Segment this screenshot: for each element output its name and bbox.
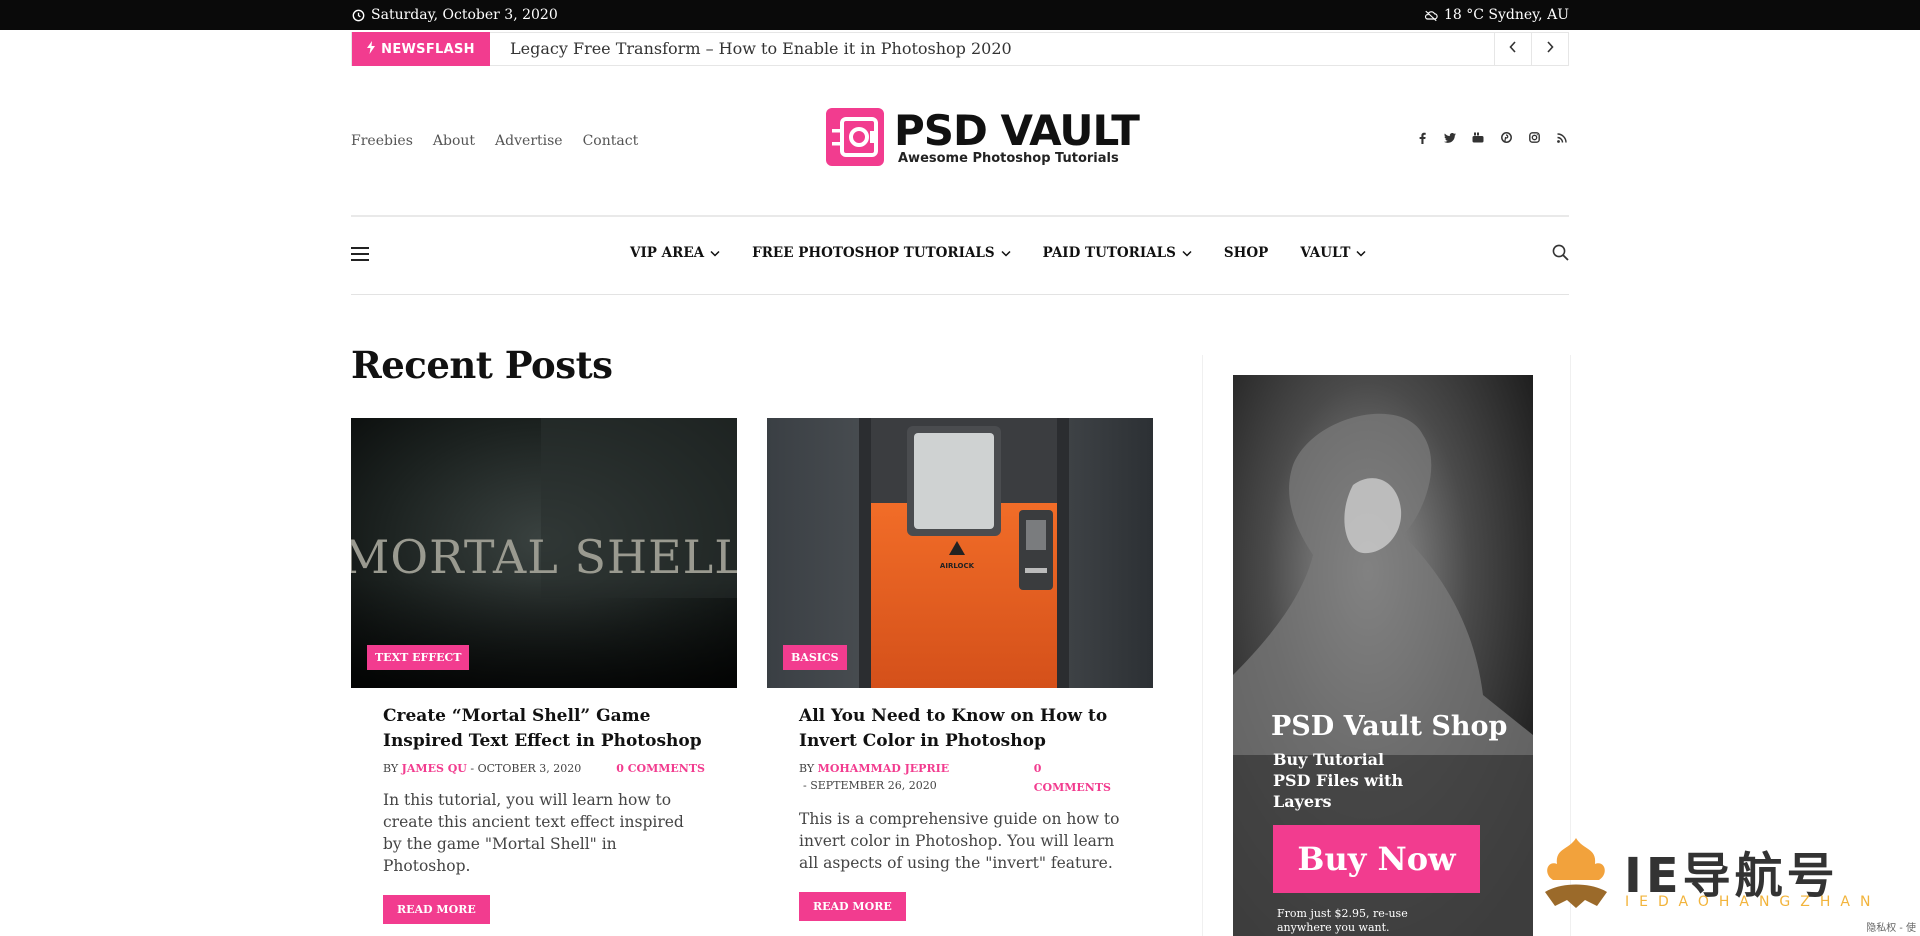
rss-icon[interactable] (1555, 132, 1569, 147)
comments-count: 0 (1033, 762, 1042, 775)
ad-footnote-line: From just $2.95, re-use (1277, 907, 1408, 920)
header-link-freebies[interactable]: Freebies (351, 133, 413, 149)
newsflash-label: NEWSFLASH (381, 41, 475, 57)
nav-item-shop[interactable]: SHOP (1224, 245, 1268, 261)
newsflash-badge: NEWSFLASH (352, 32, 490, 66)
meta-by: BY (799, 762, 815, 775)
logo-tagline: Awesome Photoshop Tutorials (898, 150, 1119, 166)
ad-subtitle-line: PSD Files with (1273, 771, 1404, 790)
main-navigation: VIP AREA FREE PHOTOSHOP TUTORIALS PAID T… (630, 245, 1366, 261)
post-thumbnail[interactable]: AIRLOCK BASICS (767, 418, 1153, 688)
lightning-icon (367, 40, 376, 58)
clock-icon (351, 8, 365, 22)
search-icon[interactable] (1552, 244, 1569, 265)
social-links (1415, 132, 1569, 147)
category-badge[interactable]: BASICS (783, 645, 847, 670)
watermark-logo-icon (1537, 834, 1615, 918)
post-thumbnail[interactable]: MORTAL SHELL TEXT EFFECT (351, 418, 737, 688)
recaptcha-badge[interactable]: 隐私权 - 使 (1866, 919, 1916, 934)
hamburger-menu-icon[interactable] (351, 247, 369, 261)
nav-item-vip-area[interactable]: VIP AREA (630, 245, 720, 261)
header-link-about[interactable]: About (433, 133, 475, 149)
date-display: Saturday, October 3, 2020 (351, 7, 558, 23)
chevron-left-icon (1509, 41, 1517, 57)
post-excerpt: This is a comprehensive guide on how to … (799, 810, 1120, 872)
post-title[interactable]: Create “Mortal Shell” Game Inspired Text… (383, 704, 705, 754)
weather-widget: 18 °C Sydney, AU (1424, 7, 1569, 23)
nav-item-free-photoshop-tutorials[interactable]: FREE PHOTOSHOP TUTORIALS (752, 245, 1011, 261)
youtube-icon[interactable] (1471, 132, 1485, 147)
post-meta: BY JAMES QU - OCTOBER 3, 2020 0 COMMENTS (383, 762, 705, 775)
header-links: Freebies About Advertise Contact (351, 133, 638, 149)
post-title[interactable]: All You Need to Know on How to Invert Co… (799, 704, 1121, 754)
date-text: Saturday, October 3, 2020 (371, 7, 558, 23)
nav-label: VAULT (1300, 245, 1351, 261)
post-author[interactable]: MOHAMMAD JEPRIE (818, 762, 949, 775)
shop-ad-banner[interactable]: PSD Vault Shop Buy Tutorial PSD Files wi… (1233, 375, 1533, 936)
site-logo[interactable]: PSD VAULT Awesome Photoshop Tutorials (826, 105, 1140, 166)
ad-subtitle-line: Layers (1273, 792, 1332, 811)
buy-now-button[interactable]: Buy Now (1273, 825, 1480, 893)
nav-label: SHOP (1223, 245, 1269, 261)
ticker-prev-button[interactable] (1494, 32, 1531, 66)
cloud-icon (1424, 8, 1438, 22)
post-date: - OCTOBER 3, 2020 (470, 762, 582, 775)
nav-label: VIP AREA (630, 245, 705, 261)
header-divider (351, 215, 1569, 217)
ad-footnote-line: anywhere you want. (1277, 921, 1390, 934)
nav-label: FREE PHOTOSHOP TUTORIALS (752, 245, 995, 261)
post-card: MORTAL SHELL TEXT EFFECT Create “Mortal … (351, 418, 737, 924)
thumbnail-text: MORTAL SHELL (351, 530, 737, 584)
section-heading: Recent Posts (351, 343, 613, 387)
facebook-icon[interactable] (1415, 132, 1429, 147)
thumbnail-text: AIRLOCK (940, 562, 975, 570)
chevron-down-icon (1182, 245, 1192, 261)
twitter-icon[interactable] (1443, 132, 1457, 147)
post-comments[interactable]: 0 COMMENTS (1034, 762, 1111, 794)
post-comments[interactable]: 0 COMMENTS (616, 762, 705, 775)
newsflash-ticker: NEWSFLASH Legacy Free Transform – How to… (351, 32, 1569, 66)
post-date: - SEPTEMBER 26, 2020 (803, 779, 937, 792)
nav-item-paid-tutorials[interactable]: PAID TUTORIALS (1043, 245, 1192, 261)
category-badge[interactable]: TEXT EFFECT (367, 645, 470, 670)
post-card: AIRLOCK BASICS All You Need to Know on H… (767, 418, 1153, 921)
ad-subtitle: Buy Tutorial PSD Files with Layers (1273, 749, 1403, 812)
weather-text: 18 °C Sydney, AU (1443, 7, 1569, 23)
nav-label: PAID TUTORIALS (1042, 245, 1176, 261)
meta-by: BY (383, 762, 399, 775)
post-meta: BY MOHAMMAD JEPRIE - SEPTEMBER 26, 2020 … (799, 762, 1121, 794)
instagram-icon[interactable] (1527, 132, 1541, 147)
header-link-advertise[interactable]: Advertise (495, 133, 563, 149)
post-excerpt: In this tutorial, you will learn how to … (383, 791, 684, 875)
nav-item-vault[interactable]: VAULT (1300, 245, 1366, 261)
chevron-right-icon (1546, 41, 1554, 57)
top-bar: Saturday, October 3, 2020 18 °C Sydney, … (0, 0, 1920, 30)
read-more-button[interactable]: READ MORE (799, 892, 906, 921)
ticker-next-button[interactable] (1531, 32, 1568, 66)
pinterest-icon[interactable] (1499, 132, 1513, 147)
read-more-button[interactable]: READ MORE (383, 895, 490, 924)
chevron-down-icon (1001, 245, 1011, 261)
post-author[interactable]: JAMES QU (402, 762, 467, 775)
ad-subtitle-line: Buy Tutorial (1273, 750, 1385, 769)
vault-logo-icon (826, 108, 884, 166)
ad-title: PSD Vault Shop (1271, 711, 1508, 742)
header-link-contact[interactable]: Contact (583, 133, 639, 149)
logo-name: PSD VAULT (894, 105, 1140, 155)
chevron-down-icon (710, 245, 720, 261)
ad-footnote: From just $2.95, re-use anywhere you wan… (1277, 907, 1408, 935)
chevron-down-icon (1356, 245, 1366, 261)
watermark-overlay: IE导航号 IEDAOHANGZHAN 隐私权 - 使 (1533, 826, 1920, 936)
watermark-subtext: IEDAOHANGZHAN (1625, 894, 1881, 910)
nav-divider (351, 294, 1569, 295)
newsflash-headline[interactable]: Legacy Free Transform – How to Enable it… (510, 39, 1012, 58)
comments-label: COMMENTS (1033, 781, 1111, 794)
